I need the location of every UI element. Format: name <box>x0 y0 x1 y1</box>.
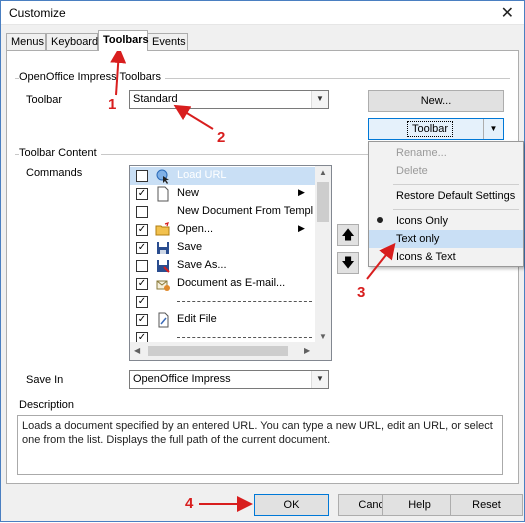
annotation-arrows <box>110 47 396 512</box>
annotation-number-1: 1 <box>108 96 117 113</box>
annotation-number-3: 3 <box>357 284 366 301</box>
customize-dialog: Customize ✕ Menus Keyboard Events Toolba… <box>0 0 525 522</box>
annotation-arrow-2 <box>173 104 214 130</box>
annotation-arrow-1 <box>110 47 127 96</box>
annotation-number-4: 4 <box>185 495 194 512</box>
tab-toolbars[interactable]: Toolbars <box>98 30 149 51</box>
annotation-arrow-3 <box>366 242 396 280</box>
annotation-number-2: 2 <box>217 129 226 146</box>
